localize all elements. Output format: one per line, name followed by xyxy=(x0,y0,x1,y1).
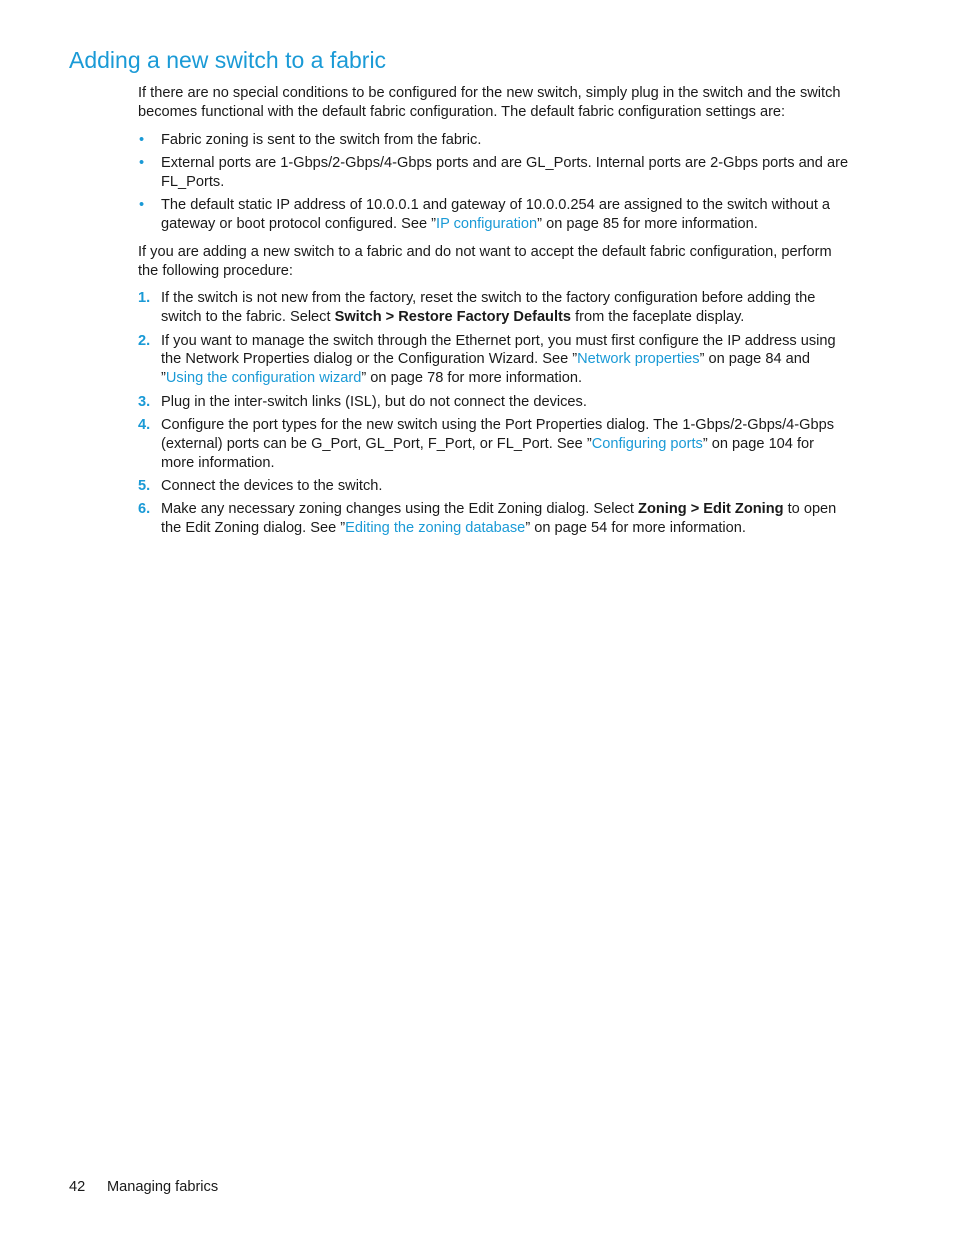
step-text: Plug in the inter-switch links (ISL), bu… xyxy=(161,393,587,410)
network-properties-link[interactable]: Network properties xyxy=(577,351,699,367)
list-item-text: External ports are 1-Gbps/2-Gbps/4-Gbps … xyxy=(161,154,849,190)
step-number: 3. xyxy=(138,393,151,410)
bullet-icon: • xyxy=(139,131,145,148)
step-text: Connect the devices to the switch. xyxy=(161,477,383,494)
page-number: 42 xyxy=(69,1179,86,1195)
bullet-icon: • xyxy=(139,154,145,171)
step-number: 2. xyxy=(138,332,151,349)
footer-section-title: Managing fabrics xyxy=(107,1179,219,1195)
ip-configuration-link[interactable]: IP configuration xyxy=(436,216,537,232)
step-item: 5. Connect the devices to the switch. xyxy=(138,477,850,496)
procedure-steps: 1. If the switch is not new from the fac… xyxy=(138,289,850,538)
menu-path: Switch > Restore Factory Defaults xyxy=(334,309,572,326)
step-text: ” on page 78 for more information. xyxy=(361,370,583,387)
step-text: Make any necessary zoning changes using … xyxy=(161,501,639,518)
default-settings-list: • Fabric zoning is sent to the switch fr… xyxy=(138,131,850,234)
procedure-intro: If you are adding a new switch to a fabr… xyxy=(138,243,832,279)
list-item: • Fabric zoning is sent to the switch fr… xyxy=(138,131,850,150)
configuration-wizard-link[interactable]: Using the configuration wizard xyxy=(166,370,362,386)
step-number: 1. xyxy=(138,290,151,307)
step-number: 4. xyxy=(138,416,151,433)
step-text: ” on page 54 for more information. xyxy=(525,520,746,537)
list-item-text: Fabric zoning is sent to the switch from… xyxy=(161,131,482,148)
bullet-icon: • xyxy=(139,197,145,214)
step-text: from the faceplate display. xyxy=(571,309,745,326)
menu-path: Zoning > Edit Zoning xyxy=(638,501,784,518)
step-item: 6. Make any necessary zoning changes usi… xyxy=(138,500,850,538)
configuring-ports-link[interactable]: Configuring ports xyxy=(592,436,703,452)
list-item: • External ports are 1-Gbps/2-Gbps/4-Gbp… xyxy=(138,154,850,192)
section-body: If there are no special conditions to be… xyxy=(138,84,850,542)
editing-zoning-database-link[interactable]: Editing the zoning database xyxy=(345,520,525,536)
step-item: 1. If the switch is not new from the fac… xyxy=(138,289,850,327)
step-item: 4. Configure the port types for the new … xyxy=(138,416,850,472)
step-number: 6. xyxy=(138,501,151,518)
step-item: 2. If you want to manage the switch thro… xyxy=(138,332,850,388)
intro-paragraph: If there are no special conditions to be… xyxy=(138,85,841,120)
step-item: 3. Plug in the inter-switch links (ISL),… xyxy=(138,393,850,412)
page-footer: 42 Managing fabrics xyxy=(69,1179,218,1195)
list-item: • The default static IP address of 10.0.… xyxy=(138,196,850,234)
list-item-text: ” on page 85 for more information. xyxy=(537,215,758,232)
step-number: 5. xyxy=(138,477,151,494)
section-title: Adding a new switch to a fabric xyxy=(69,47,387,73)
